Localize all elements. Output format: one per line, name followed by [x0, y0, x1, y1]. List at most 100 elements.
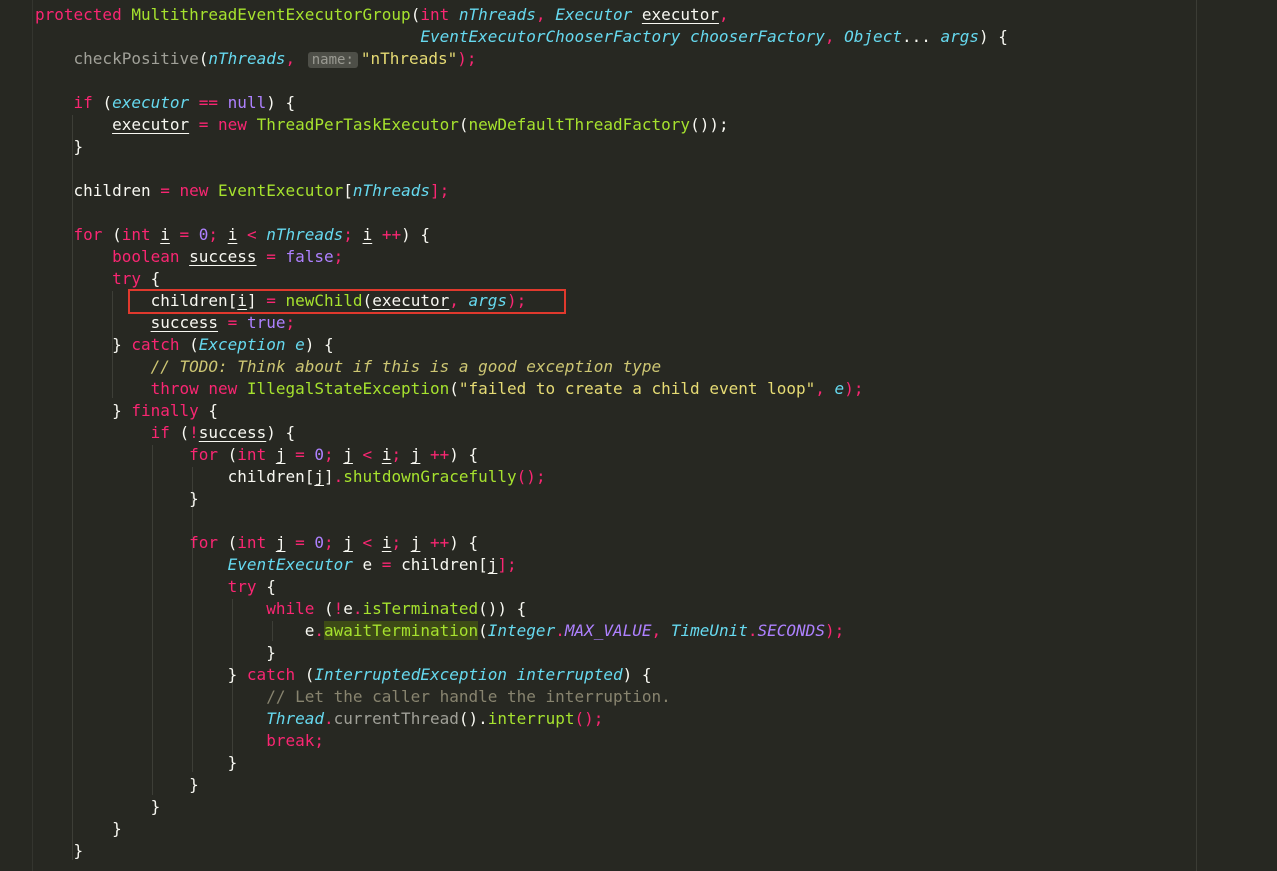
code-token: =	[189, 115, 219, 134]
code-token: (	[102, 93, 113, 112]
code-token: throw	[150, 379, 209, 398]
code-token: "failed to create a child event loop"	[458, 379, 816, 398]
code-line[interactable]: checkPositive(nThreads, name: "nThreads")…	[35, 48, 1008, 70]
code-token: true	[246, 313, 286, 332]
code-line[interactable]: } catch (Exception e) {	[35, 334, 1008, 356]
code-token: ,	[718, 5, 729, 24]
code-token: ;	[333, 247, 344, 266]
code-line[interactable]: break;	[35, 730, 1008, 752]
code-line[interactable]: if (!success) {	[35, 422, 1008, 444]
code-token: success	[189, 247, 257, 266]
code-token: ==	[189, 93, 228, 112]
code-line[interactable]: if (executor == null) {	[35, 92, 1008, 114]
code-token: int	[121, 225, 161, 244]
code-token: }	[35, 775, 199, 794]
code-token: while	[266, 599, 324, 618]
code-line[interactable]: Thread.currentThread().interrupt();	[35, 708, 1008, 730]
code-token: catch	[131, 335, 190, 354]
code-token: i	[160, 225, 170, 244]
code-line[interactable]	[35, 510, 1008, 532]
code-token: ) {	[266, 423, 296, 442]
code-lines[interactable]: protected MultithreadEventExecutorGroup(…	[35, 4, 1008, 862]
code-line[interactable]: }	[35, 488, 1008, 510]
code-token: .	[323, 709, 334, 728]
code-token: 0	[314, 445, 325, 464]
code-line[interactable]: protected MultithreadEventExecutorGroup(…	[35, 4, 1008, 26]
code-line[interactable]: // Let the caller handle the interruptio…	[35, 686, 1008, 708]
code-line[interactable]	[35, 70, 1008, 92]
code-line[interactable]: } catch (InterruptedException interrupte…	[35, 664, 1008, 686]
code-line[interactable]: try {	[35, 268, 1008, 290]
code-token: ;	[324, 445, 344, 464]
code-line[interactable]: EventExecutor e = children[j];	[35, 554, 1008, 576]
code-line[interactable]: e.awaitTermination(Integer.MAX_VALUE, Ti…	[35, 620, 1008, 642]
code-token: ;	[391, 533, 411, 552]
code-line[interactable]: // TODO: Think about if this is a good e…	[35, 356, 1008, 378]
code-line[interactable]: executor = new ThreadPerTaskExecutor(new…	[35, 114, 1008, 136]
code-token: 0	[314, 533, 325, 552]
code-line[interactable]: success = true;	[35, 312, 1008, 334]
code-token: isTerminated	[362, 599, 479, 618]
code-token: ) {	[401, 225, 431, 244]
code-editor[interactable]: protected MultithreadEventExecutorGroup(…	[0, 0, 1277, 871]
code-token: e	[834, 379, 845, 398]
code-line[interactable]: throw new IllegalStateException("failed …	[35, 378, 1008, 400]
code-token: ...	[901, 27, 941, 46]
code-token: break	[266, 731, 315, 750]
code-token: ;	[324, 533, 344, 552]
code-line[interactable]: }	[35, 752, 1008, 774]
code-line[interactable]: }	[35, 818, 1008, 840]
code-token: if	[73, 93, 103, 112]
code-token: ;	[314, 731, 324, 750]
code-line[interactable]	[35, 202, 1008, 224]
code-token: Thread	[266, 709, 324, 728]
code-line[interactable]: children = new EventExecutor[nThreads];	[35, 180, 1008, 202]
code-line[interactable]: EventExecutorChooserFactory chooserFacto…	[35, 26, 1008, 48]
code-token: }	[35, 401, 132, 420]
code-line[interactable]	[35, 158, 1008, 180]
code-line[interactable]: }	[35, 136, 1008, 158]
code-token: }	[35, 841, 84, 860]
code-line[interactable]: }	[35, 774, 1008, 796]
code-token: ;	[285, 313, 296, 332]
code-token: TimeUnit	[670, 621, 748, 640]
code-token: ,	[651, 621, 671, 640]
code-line[interactable]: for (int i = 0; i < nThreads; i ++) {	[35, 224, 1008, 246]
code-line[interactable]: }	[35, 840, 1008, 862]
code-token: new	[208, 379, 247, 398]
code-token: for	[73, 225, 113, 244]
code-line[interactable]: children[j].shutdownGracefully();	[35, 466, 1008, 488]
code-line[interactable]: }	[35, 796, 1008, 818]
code-token: =	[372, 555, 402, 574]
code-token: (	[323, 599, 334, 618]
code-token: j	[314, 467, 324, 486]
code-line[interactable]: for (int j = 0; j < i; j ++) {	[35, 444, 1008, 466]
code-token: ,	[824, 27, 845, 46]
code-token: new	[179, 181, 219, 200]
code-token: ,	[535, 5, 556, 24]
code-token: );	[457, 49, 477, 68]
code-token: nThreads	[458, 5, 536, 24]
code-line[interactable]: try {	[35, 576, 1008, 598]
code-token: "nThreads"	[360, 49, 458, 68]
code-token: 0	[198, 225, 209, 244]
code-token: (	[112, 225, 122, 244]
code-token: InterruptedException	[314, 665, 517, 684]
code-token: [	[343, 181, 353, 200]
code-token: EventExecutor	[218, 181, 344, 200]
code-line[interactable]: }	[35, 642, 1008, 664]
code-token: (	[227, 533, 238, 552]
code-token: ) {	[449, 445, 479, 464]
code-line[interactable]: } finally {	[35, 400, 1008, 422]
code-line[interactable]: while (!e.isTerminated()) {	[35, 598, 1008, 620]
code-token: .	[314, 621, 324, 640]
code-token: ,	[285, 49, 305, 68]
code-line[interactable]: for (int j = 0; j < i; j ++) {	[35, 532, 1008, 554]
code-token: (	[189, 335, 199, 354]
code-line[interactable]: boolean success = false;	[35, 246, 1008, 268]
